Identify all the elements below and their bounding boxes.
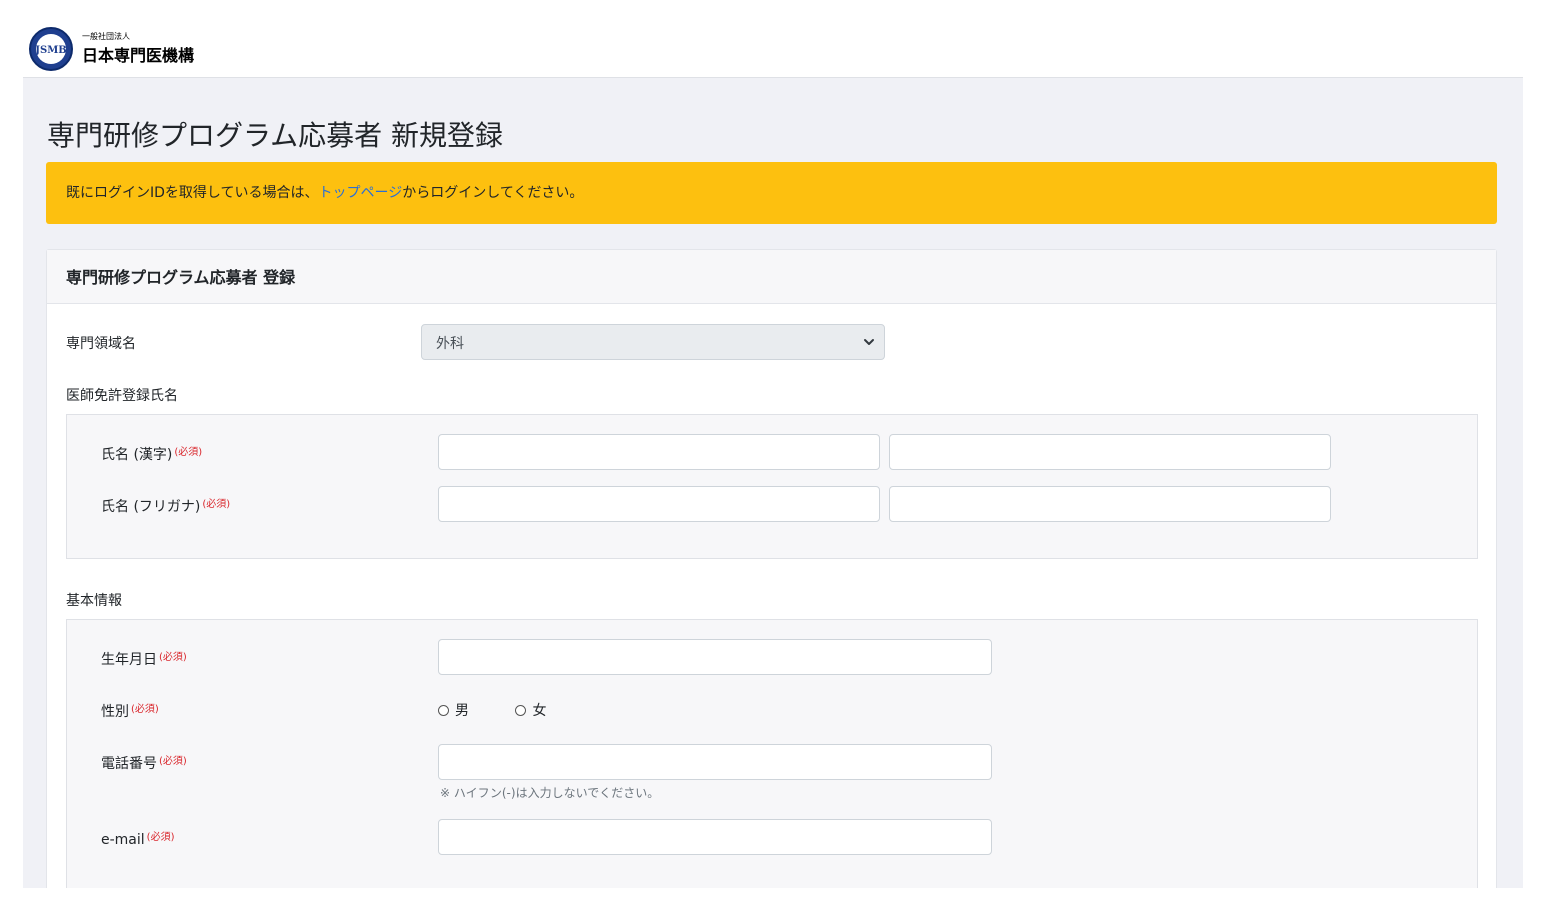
- required-mark: (必須): [202, 499, 231, 510]
- registration-card: 専門研修プログラム応募者 登録 専門領域名 外科 医師免許登録氏名 氏名 (漢字…: [46, 249, 1497, 888]
- required-mark: (必須): [146, 832, 175, 843]
- jsmb-logo[interactable]: JSMB: [28, 26, 74, 72]
- radio-circle-icon[interactable]: [515, 704, 527, 716]
- chevron-down-icon: [864, 339, 874, 345]
- gender-male-label: 男: [455, 703, 469, 719]
- gender-female-radio[interactable]: 女: [515, 700, 546, 720]
- logo-lettering: JSMB: [34, 45, 66, 56]
- site-header: JSMB 一般社団法人 日本専門医機構: [0, 0, 1547, 77]
- kana-last-name-input[interactable]: [438, 486, 880, 522]
- specialty-label: 専門領域名: [66, 336, 136, 352]
- card-title: 専門研修プログラム応募者 登録: [47, 250, 1496, 304]
- gender-male-radio[interactable]: 男: [438, 700, 469, 720]
- email-label-text: e-mail: [101, 832, 145, 848]
- main-content: 専門研修プログラム応募者 新規登録 既にログインIDを取得している場合は、トップ…: [23, 77, 1523, 888]
- kana-name-label-text: 氏名 (フリガナ): [101, 499, 201, 515]
- alert-text-after: からログインしてください。: [402, 185, 584, 201]
- radio-circle-icon[interactable]: [438, 704, 449, 716]
- gender-label-text: 性別: [101, 704, 129, 720]
- alert-text-before: 既にログインIDを取得している場合は、: [66, 185, 319, 201]
- kanji-last-name-input[interactable]: [438, 434, 880, 470]
- required-mark: (必須): [159, 756, 187, 767]
- gender-female-label: 女: [532, 703, 547, 719]
- phone-hint: ※ ハイフン(-)は入力しないでください。: [440, 786, 660, 800]
- required-mark: (必須): [131, 704, 159, 715]
- license-name-section-label: 医師免許登録氏名: [66, 388, 178, 404]
- org-type-label: 一般社団法人: [82, 32, 130, 41]
- kanji-first-name-input[interactable]: [889, 434, 1331, 470]
- basic-info-panel: 生年月日 (必須) 性別 (必須) 男 女 電話番号 (必須) ※ ハイフン(-…: [66, 619, 1478, 888]
- specialty-selected-value: 外科: [436, 336, 464, 352]
- birthdate-input[interactable]: [438, 639, 992, 675]
- specialty-select[interactable]: 外科: [421, 324, 885, 360]
- basic-info-section-label: 基本情報: [66, 593, 122, 609]
- kanji-name-label-text: 氏名 (漢字): [101, 447, 173, 463]
- license-name-panel: 氏名 (漢字) (必須) 氏名 (フリガナ) (必須): [66, 414, 1478, 559]
- kana-name-label: 氏名 (フリガナ) (必須): [101, 495, 230, 516]
- gender-label: 性別 (必須): [101, 700, 159, 721]
- required-mark: (必須): [174, 447, 203, 458]
- phone-label-text: 電話番号: [101, 756, 157, 772]
- kanji-name-label: 氏名 (漢字) (必須): [101, 443, 202, 464]
- org-name: 日本専門医機構: [82, 46, 195, 65]
- gender-radio-group: 男 女: [438, 700, 588, 720]
- required-mark: (必須): [159, 652, 187, 663]
- email-input[interactable]: [438, 819, 992, 855]
- birthdate-label: 生年月日 (必須): [101, 648, 187, 669]
- top-page-link[interactable]: トップページ: [319, 185, 403, 201]
- phone-input[interactable]: [438, 744, 992, 780]
- email-label: e-mail (必須): [101, 828, 174, 848]
- phone-label: 電話番号 (必須): [101, 752, 187, 773]
- login-alert: 既にログインIDを取得している場合は、トップページからログインしてください。: [46, 162, 1497, 224]
- kana-first-name-input[interactable]: [889, 486, 1331, 522]
- birthdate-label-text: 生年月日: [101, 652, 157, 668]
- page-title: 専門研修プログラム応募者 新規登録: [47, 119, 504, 152]
